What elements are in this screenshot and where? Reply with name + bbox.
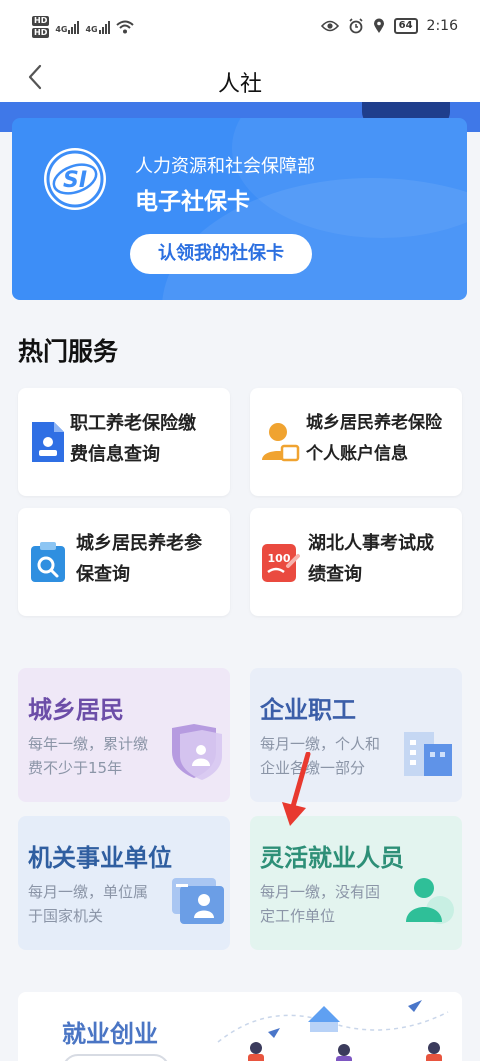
- signal-bars-icon: [98, 20, 110, 34]
- service-card-resident-insured[interactable]: 城乡居民养老参 保查询: [18, 508, 230, 616]
- signal-1: 4G: [55, 20, 80, 34]
- category-urban-rural-residents[interactable]: 城乡居民 每年一缴，累计缴费不少于15年: [18, 668, 230, 802]
- bottom-card-title: 就业创业: [62, 1020, 158, 1048]
- document-icon: [32, 422, 64, 462]
- service-label-line: 保查询: [76, 564, 130, 585]
- id-card-icon: [172, 878, 224, 924]
- hd-badge: HD: [32, 16, 50, 26]
- service-label: 职工养老保险缴 费信息查询: [70, 408, 230, 470]
- network-type: 4G: [85, 25, 98, 34]
- hd-badges: HD HD: [32, 16, 50, 38]
- page-title: 人社: [217, 72, 262, 97]
- building-icon: [404, 732, 452, 776]
- bottom-card-button[interactable]: [62, 1054, 170, 1061]
- employment-entrepreneurship-card[interactable]: 就业创业: [18, 992, 462, 1061]
- service-label-line: 绩查询: [308, 564, 362, 585]
- wifi-icon: [115, 20, 134, 34]
- status-left: HD HD 4G 4G: [32, 16, 134, 38]
- si-logo-icon: SI: [44, 148, 106, 210]
- category-subtitle: 每月一缴，单位属于国家机关: [28, 883, 149, 925]
- service-label: 城乡居民养老参 保查询: [76, 528, 236, 590]
- service-label-line: 个人账户信息: [306, 444, 408, 464]
- logo-text: SI: [63, 168, 87, 193]
- hd-badge: HD: [32, 28, 50, 38]
- category-title: 灵活就业人员: [260, 844, 404, 872]
- arrow-annotation-icon: [282, 752, 311, 826]
- battery-icon: 64: [393, 18, 418, 34]
- network-type: 4G: [55, 25, 68, 34]
- service-label-line: 费信息查询: [70, 444, 160, 465]
- status-right: 64 2:16: [320, 18, 458, 34]
- category-flexible-employment[interactable]: 灵活就业人员 每月一缴，没有固定工作单位: [250, 816, 462, 950]
- category-government-institutions[interactable]: 机关事业单位 每月一缴，单位属于国家机关: [18, 816, 230, 950]
- svg-text:100: 100: [268, 552, 291, 565]
- person-icon: [406, 878, 454, 924]
- shield-user-icon: [172, 724, 222, 780]
- service-label-line: 职工养老保险缴: [70, 413, 196, 434]
- clock: 2:16: [426, 18, 458, 34]
- section-title-hot-services: 热门服务: [18, 337, 119, 366]
- service-label: 湖北人事考试成 绩查询: [308, 528, 468, 590]
- service-card-pension-payment[interactable]: 职工养老保险缴 费信息查询: [18, 388, 230, 496]
- social-security-card[interactable]: SI 人力资源和社会保障部 电子社保卡 认领我的社保卡: [12, 118, 467, 300]
- service-card-exam-score[interactable]: 100 湖北人事考试成 绩查询: [250, 508, 462, 616]
- claim-card-button[interactable]: 认领我的社保卡: [130, 234, 312, 274]
- category-title: 机关事业单位: [28, 844, 172, 872]
- category-subtitle: 每年一缴，累计缴费不少于15年: [28, 735, 149, 777]
- signal-2: 4G: [85, 20, 110, 34]
- service-card-resident-account[interactable]: 城乡居民养老保险 个人账户信息: [250, 388, 462, 496]
- service-label: 城乡居民养老保险 个人账户信息: [306, 408, 466, 470]
- card-org-label: 人力资源和社会保障部: [135, 156, 315, 177]
- service-label-line: 城乡居民养老参: [76, 533, 202, 554]
- location-icon: [373, 18, 384, 33]
- score-icon: 100: [262, 544, 300, 582]
- people-illustration-icon: [217, 1000, 449, 1061]
- card-title: 电子社保卡: [135, 189, 250, 215]
- status-bar: HD HD 4G 4G 64 2:16: [0, 0, 480, 56]
- category-subtitle: 每月一缴，没有固定工作单位: [260, 883, 381, 925]
- alarm-icon: [349, 18, 363, 34]
- signal-bars-icon: [68, 20, 80, 34]
- service-label-line: 城乡居民养老保险: [306, 413, 442, 433]
- category-title: 城乡居民: [28, 696, 124, 724]
- user-card-icon: [262, 423, 300, 462]
- service-label-line: 湖北人事考试成: [308, 533, 434, 554]
- eye-icon: [320, 20, 339, 32]
- search-clipboard-icon: [31, 542, 65, 582]
- category-title: 企业职工: [260, 696, 356, 724]
- nav-bar: 人社: [0, 56, 480, 102]
